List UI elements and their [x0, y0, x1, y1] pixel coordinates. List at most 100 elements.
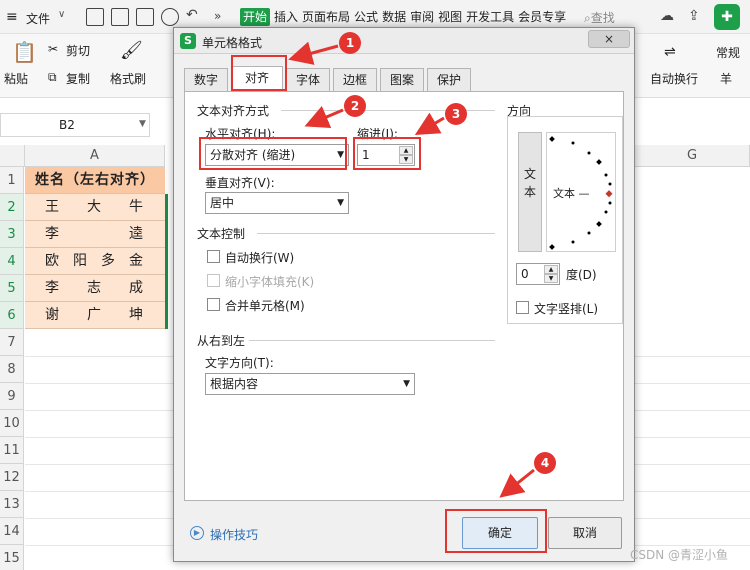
copy-button[interactable]: 复制	[66, 70, 90, 87]
cell-a5[interactable]: 李 志 成	[25, 275, 165, 302]
wrap-text-icon: ⇌	[664, 44, 676, 60]
merge-cells-checkbox[interactable]	[207, 298, 220, 311]
tab-border[interactable]: 边框	[333, 68, 377, 92]
cell-char: 谢	[45, 307, 59, 323]
row-header[interactable]: 10	[0, 410, 24, 437]
brush-icon: 🖌	[120, 40, 143, 61]
cell-a2[interactable]: 王 大 牛	[25, 194, 165, 221]
tab-view[interactable]: 视图	[438, 10, 462, 24]
row-header[interactable]: 4	[0, 248, 24, 275]
paste-button[interactable]: 粘贴	[4, 70, 28, 87]
chevron-down-icon[interactable]: ∨	[58, 9, 65, 20]
search-box[interactable]: ⌕查找	[584, 9, 615, 26]
more-icon[interactable]: »	[214, 9, 221, 23]
row-header[interactable]: 1	[0, 167, 24, 194]
vertical-text-label[interactable]: 文字竖排(L)	[534, 300, 598, 317]
tab-protection[interactable]: 保护	[427, 68, 471, 92]
orientation-box: 文本 文本 — 0 ▲ ▼ 度(D) 文字竖排(L)	[507, 116, 623, 324]
search-icon: ⌕	[584, 11, 591, 25]
tab-pattern[interactable]: 图案	[380, 68, 424, 92]
cloud-icon[interactable]: ☁	[660, 8, 674, 24]
select-all-corner[interactable]	[0, 145, 25, 167]
cell-a1[interactable]: 姓名（左右对齐）	[25, 167, 165, 194]
text-direction-label: 文字方向(T):	[205, 356, 274, 370]
wrap-text-checkbox[interactable]	[207, 250, 220, 263]
column-header-a[interactable]: A	[25, 145, 165, 167]
annotation-box-1	[231, 55, 287, 91]
wps-logo-icon: S	[180, 33, 196, 49]
merge-cells-label[interactable]: 合并单元格(M)	[225, 297, 305, 314]
row-header[interactable]: 7	[0, 329, 24, 356]
share-icon[interactable]: ⇪	[688, 8, 700, 24]
cell-char: 李	[45, 226, 59, 242]
number-format-select[interactable]: 常规	[716, 44, 740, 61]
orientation-dial[interactable]: 文本 —	[546, 132, 616, 252]
tips-link[interactable]: 操作技巧	[210, 526, 258, 543]
undo-icon[interactable]: ↶	[186, 7, 198, 23]
row-header[interactable]: 13	[0, 491, 24, 518]
tab-developer[interactable]: 开发工具	[466, 10, 514, 24]
paste-icon[interactable]: 📋	[12, 40, 37, 64]
row-header[interactable]: 2	[0, 194, 24, 221]
tab-number[interactable]: 数字	[184, 68, 228, 92]
wrap-text-label[interactable]: 自动换行(W)	[225, 249, 294, 266]
stepper-up-icon[interactable]: ▲	[544, 265, 558, 274]
tab-insert[interactable]: 插入	[274, 10, 298, 24]
tab-data[interactable]: 数据	[382, 10, 406, 24]
cell-char: 大	[87, 199, 101, 215]
text-direction-select[interactable]: 根据内容 ▼	[205, 373, 415, 395]
cell-char: 欧	[45, 253, 59, 269]
tab-review[interactable]: 审阅	[410, 10, 434, 24]
row-header[interactable]: 8	[0, 356, 24, 383]
column-header-g[interactable]: G	[635, 145, 750, 167]
shrink-to-fit-label: 缩小字体填充(K)	[225, 275, 315, 289]
vertical-align-label: 垂直对齐(V):	[205, 176, 275, 190]
hamburger-menu-icon[interactable]: ≡	[6, 9, 18, 25]
cell-char: 成	[129, 280, 143, 296]
tab-page-layout[interactable]: 页面布局	[302, 10, 350, 24]
orientation-preview-text: 文本 —	[553, 187, 590, 200]
name-box[interactable]: B2 ▼	[0, 113, 150, 137]
vertical-align-select[interactable]: 居中 ▼	[205, 192, 349, 214]
dialog-titlebar[interactable]: S 单元格格式 ×	[174, 28, 634, 54]
cancel-button[interactable]: 取消	[548, 517, 622, 549]
app-menu-icon[interactable]: ✚	[714, 4, 740, 30]
row-header[interactable]: 11	[0, 437, 24, 464]
cell-char: 广	[87, 307, 101, 323]
degree-stepper[interactable]: 0 ▲ ▼	[516, 263, 560, 285]
cell-a3[interactable]: 李 逵	[25, 221, 165, 248]
currency-button[interactable]: 羊	[720, 70, 732, 87]
vertical-text-checkbox[interactable]	[516, 301, 529, 314]
vertical-text-button[interactable]: 文本	[518, 132, 542, 252]
cut-button[interactable]: 剪切	[66, 42, 90, 59]
export-icon[interactable]	[111, 8, 129, 26]
annotation-badge-2: 2	[344, 95, 366, 117]
annotation-badge-4: 4	[534, 452, 556, 474]
row-header[interactable]: 12	[0, 464, 24, 491]
cell-a4[interactable]: 欧 阳 多 金	[25, 248, 165, 275]
wrap-text-button[interactable]: 自动换行	[650, 70, 698, 87]
tab-font[interactable]: 字体	[286, 68, 330, 92]
tab-member[interactable]: 会员专享	[518, 10, 566, 24]
tab-formulas[interactable]: 公式	[354, 10, 378, 24]
tab-home[interactable]: 开始	[240, 8, 271, 26]
selection-border	[165, 194, 168, 329]
row-header[interactable]: 14	[0, 518, 24, 545]
save-icon[interactable]	[86, 8, 104, 26]
format-painter-button[interactable]: 格式刷	[110, 70, 146, 87]
row-header[interactable]: 15	[0, 545, 24, 570]
close-button[interactable]: ×	[588, 30, 630, 48]
chevron-down-icon[interactable]: ▼	[139, 119, 146, 129]
chevron-down-icon: ▼	[403, 379, 410, 389]
group-divider	[249, 340, 495, 341]
cell-char: 金	[129, 253, 143, 269]
file-menu[interactable]: 文件	[26, 10, 50, 27]
row-header[interactable]: 6	[0, 302, 24, 329]
row-header[interactable]: 3	[0, 221, 24, 248]
row-header[interactable]: 5	[0, 275, 24, 302]
row-header[interactable]: 9	[0, 383, 24, 410]
stepper-down-icon[interactable]: ▼	[544, 274, 558, 283]
print-icon[interactable]	[136, 8, 154, 26]
cell-a6[interactable]: 谢 广 坤	[25, 302, 165, 329]
print-preview-icon[interactable]	[161, 8, 179, 26]
